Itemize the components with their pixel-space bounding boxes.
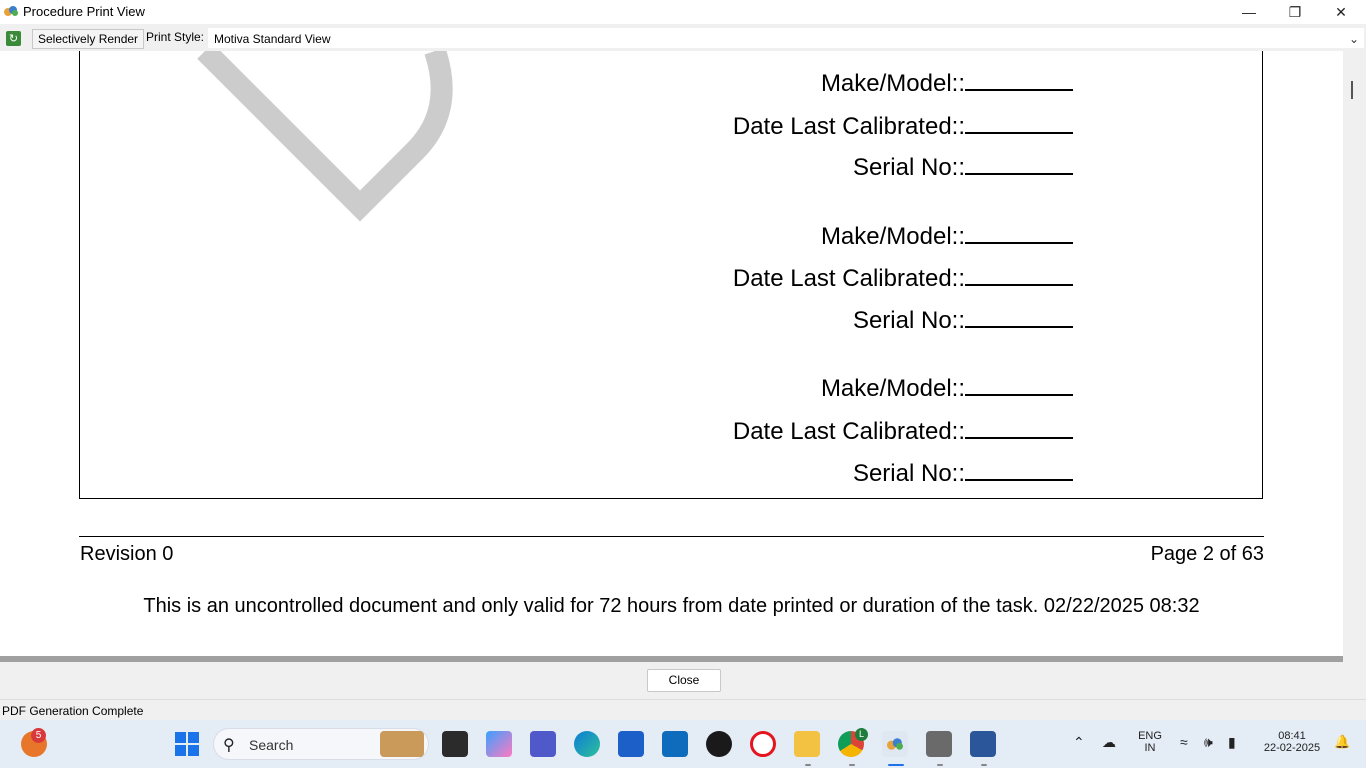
task-view-icon[interactable] [442,731,468,757]
running-indicator [849,764,855,766]
teams-icon[interactable] [530,731,556,757]
contacts-app-icon[interactable] [926,731,952,757]
date-calibrated-field: Date Last Calibrated:: [733,112,1073,141]
uncontrolled-notice: This is an uncontrolled document and onl… [143,595,1200,617]
search-placeholder: Search [249,737,294,753]
volume-icon[interactable]: 🕪 [1204,734,1213,751]
procedure-app-icon[interactable] [882,731,908,757]
date-calibrated-field: Date Last Calibrated:: [733,264,1073,293]
running-indicator [937,764,943,766]
toolbar: ↻ Selectively Render Print Style: Motiva… [0,27,1366,50]
title-bar: Procedure Print View — ❐ ✕ [0,0,1366,24]
chrome-profile-badge: L [855,728,868,741]
watermark-graphic [197,51,453,222]
minimize-icon: — [1242,4,1256,20]
scroll-thumb[interactable] [1351,81,1353,99]
active-indicator [888,764,904,766]
running-indicator [805,764,811,766]
battery-icon[interactable]: ▮ [1228,734,1236,751]
maximize-button[interactable]: ❐ [1272,0,1318,24]
restore-icon: ❐ [1288,3,1302,20]
clock[interactable]: 08:41 22-02-2025 [1256,730,1328,754]
taskbar: 5 ⚲ Search L ⌃ ☁ ENG IN ≈ 🕪 ▮ 08:41 22-02-… [0,720,1366,768]
chevron-down-icon: ⌄ [1348,32,1359,46]
date-calibrated-field: Date Last Calibrated:: [733,417,1073,446]
status-text: PDF Generation Complete [2,704,144,718]
status-bar: PDF Generation Complete [0,699,1366,721]
app-logo-icon [4,6,18,16]
word-icon[interactable] [970,731,996,757]
wifi-icon[interactable]: ≈ [1180,734,1188,750]
file-explorer-icon[interactable] [794,731,820,757]
refresh-icon[interactable]: ↻ [6,31,21,46]
search-highlight-icon [380,731,424,757]
vertical-scrollbar[interactable] [1343,51,1366,656]
running-indicator [981,764,987,766]
selectively-render-button[interactable]: Selectively Render [32,29,145,49]
dell-icon[interactable] [706,731,732,757]
print-style-label: Print Style: [146,30,205,44]
make-model-field: Make/Model:: [821,374,1073,403]
footer-rule [79,536,1264,537]
edge-icon[interactable] [574,731,600,757]
close-icon: ✕ [1335,3,1347,20]
taskbar-search-box[interactable]: ⚲ Search [213,728,429,760]
windows-start-icon[interactable] [175,732,199,756]
language-indicator[interactable]: ENG IN [1136,730,1164,754]
window-title: Procedure Print View [23,4,145,19]
store-icon[interactable] [618,731,644,757]
close-window-button[interactable]: ✕ [1318,0,1364,24]
revision-label: Revision 0 [80,543,174,565]
close-button[interactable]: Close [647,669,721,692]
make-model-field: Make/Model:: [821,222,1073,251]
notification-center-icon[interactable]: 🔔 [1334,734,1350,750]
horizontal-scrollbar[interactable] [0,656,1343,662]
notification-badge: 5 [31,728,46,743]
serial-no-field: Serial No:: [853,459,1073,488]
chevron-up-icon[interactable]: ⌃ [1073,734,1085,751]
serial-no-field: Serial No:: [853,153,1073,182]
minimize-button[interactable]: — [1226,0,1272,24]
onedrive-icon[interactable]: ☁ [1102,734,1116,751]
print-style-value: Motiva Standard View [214,32,331,46]
opera-icon[interactable] [750,731,776,757]
print-style-select[interactable]: Motiva Standard View ⌄ [208,28,1364,48]
search-icon: ⚲ [223,737,235,754]
copilot-icon[interactable] [486,731,512,757]
serial-no-field: Serial No:: [853,306,1073,335]
power-automate-icon[interactable] [662,731,688,757]
make-model-field: Make/Model:: [821,69,1073,98]
page-number: Page 2 of 63 [1150,543,1264,565]
document-viewer[interactable]: Make/Model:: Date Last Calibrated:: Seri… [0,51,1343,656]
